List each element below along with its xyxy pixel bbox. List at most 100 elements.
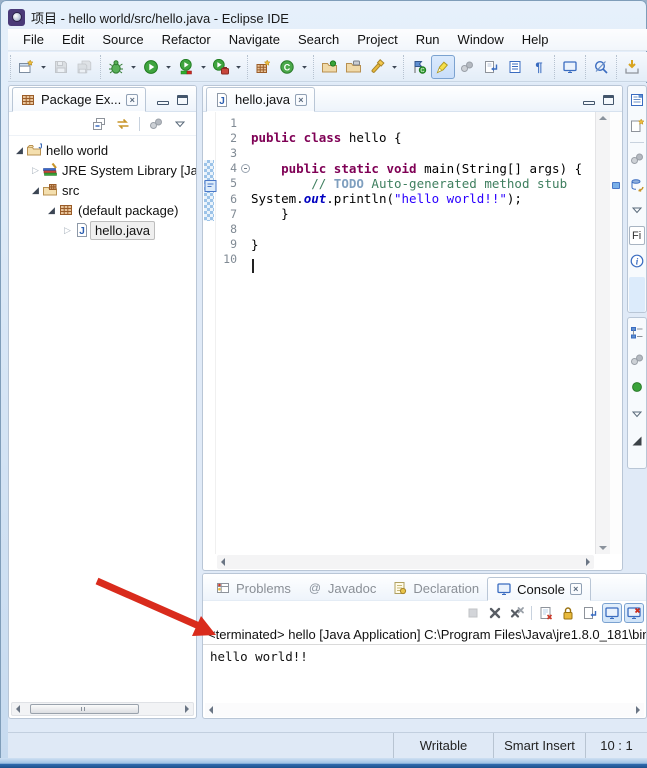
run-button[interactable]: [139, 55, 163, 79]
search-button-dropdown[interactable]: [389, 55, 400, 79]
outline-icon[interactable]: [628, 323, 646, 343]
line-number[interactable]: 5: [216, 176, 240, 190]
menu-window[interactable]: Window: [449, 30, 513, 49]
tree-item-jre-system-library-ja[interactable]: ▷ JRE System Library [Ja: [9, 160, 196, 180]
tab-hello-java[interactable]: J hello.java ×: [206, 87, 315, 112]
info-icon[interactable]: i: [628, 252, 646, 270]
maximize-button[interactable]: [603, 95, 614, 105]
line-number[interactable]: 4: [216, 161, 240, 175]
next-annotation-button[interactable]: [455, 55, 479, 79]
link-with-editor-button[interactable]: [113, 114, 133, 134]
new-task-button[interactable]: [628, 116, 646, 134]
scroll-thumb[interactable]: [30, 704, 139, 714]
close-icon[interactable]: ×: [569, 583, 582, 595]
code-line-3[interactable]: 3: [216, 145, 595, 160]
annotation-gutter[interactable]: [203, 112, 217, 554]
line-number[interactable]: 8: [216, 222, 240, 236]
mark-occurrences-button[interactable]: [431, 54, 455, 79]
scroll-lock-button[interactable]: [558, 603, 578, 623]
tree-item-src[interactable]: ◢ src: [9, 180, 196, 200]
new-java-class-button[interactable]: C: [275, 55, 299, 79]
tab-javadoc[interactable]: @ Javadoc: [299, 576, 384, 600]
expanded-arrow-icon[interactable]: ◢: [45, 205, 58, 216]
code-line-7[interactable]: 7 }: [216, 206, 595, 221]
overview-task-marker[interactable]: [612, 182, 620, 189]
task-list-icon[interactable]: [628, 91, 646, 109]
code-line-9[interactable]: 9}: [216, 237, 595, 252]
tree-item--default-package-[interactable]: ◢ (default package): [9, 200, 196, 220]
collapse-all-button[interactable]: [89, 114, 109, 134]
coverage-button[interactable]: [174, 55, 198, 79]
last-edit-location-button[interactable]: C: [407, 55, 431, 79]
editor-hscrollbar[interactable]: [217, 555, 594, 569]
expanded-arrow-icon[interactable]: ◢: [13, 145, 26, 156]
view-menu-button[interactable]: [628, 350, 646, 370]
show-outline-button[interactable]: [503, 55, 527, 79]
new-wizard-button-dropdown[interactable]: [38, 55, 49, 79]
menu-edit[interactable]: Edit: [53, 30, 93, 49]
clear-console-button[interactable]: [536, 603, 556, 623]
menu-project[interactable]: Project: [348, 30, 406, 49]
display-selected-console-button[interactable]: [624, 603, 644, 623]
tree-item-hello-world[interactable]: ◢Jhello world: [9, 140, 196, 160]
code-text[interactable]: public class hello {: [251, 130, 595, 145]
scroll-up-icon[interactable]: [599, 116, 607, 120]
view-menu-dropdown[interactable]: [170, 114, 190, 134]
console-hscrollbar[interactable]: [205, 703, 644, 717]
open-console-button[interactable]: [558, 55, 582, 79]
code-line-6[interactable]: 6 System.out.println("hello world!!");: [216, 191, 595, 206]
word-wrap-button[interactable]: [580, 603, 600, 623]
line-number[interactable]: 1: [216, 116, 240, 130]
new-java-class-button-dropdown[interactable]: [299, 55, 310, 79]
scroll-left-icon[interactable]: [221, 558, 225, 566]
scroll-right-icon[interactable]: [185, 705, 189, 713]
overview-ruler[interactable]: [610, 112, 622, 554]
debug-button-dropdown[interactable]: [128, 55, 139, 79]
view-menu-button[interactable]: [628, 150, 646, 168]
code-text[interactable]: public static void main(String[] args) {: [251, 161, 595, 176]
search-button[interactable]: [365, 55, 389, 79]
maximize-button[interactable]: [177, 95, 188, 105]
package-explorer-hscrollbar[interactable]: [11, 702, 194, 716]
show-whitespace-button[interactable]: ¶: [527, 55, 551, 79]
code-text[interactable]: }: [251, 237, 595, 252]
new-java-project-button[interactable]: [251, 55, 275, 79]
view-menu-button[interactable]: [146, 114, 166, 134]
code-line-1[interactable]: 1: [216, 115, 595, 130]
toggle-magnifier-button[interactable]: [589, 55, 613, 79]
line-number[interactable]: 6: [216, 192, 240, 206]
debug-button[interactable]: [104, 55, 128, 79]
collapsed-arrow-icon[interactable]: ▷: [61, 225, 74, 236]
line-number[interactable]: 7: [216, 207, 240, 221]
status-dot-icon[interactable]: [628, 377, 646, 397]
minimize-button[interactable]: [583, 101, 595, 105]
code-line-5[interactable]: 5 // TODO Auto-generated method stub: [216, 176, 595, 191]
tab-console[interactable]: Console ×: [487, 577, 591, 601]
goto-last-edit-button[interactable]: [479, 55, 503, 79]
run-button-dropdown[interactable]: [163, 55, 174, 79]
console-output[interactable]: hello world!!: [203, 645, 646, 664]
collapsed-arrow-icon[interactable]: ▷: [29, 165, 42, 176]
expanded-arrow-icon[interactable]: ◢: [29, 185, 42, 196]
line-number[interactable]: 3: [216, 146, 240, 160]
line-number[interactable]: 2: [216, 131, 240, 145]
code-line-8[interactable]: 8: [216, 221, 595, 236]
line-number[interactable]: 10: [216, 252, 240, 266]
code-editor[interactable]: 1 2 public class hello { 3 4 public static v…: [216, 112, 595, 554]
open-type-button[interactable]: [317, 55, 341, 79]
tab-problems[interactable]: Problems: [207, 576, 299, 600]
synchronize-button[interactable]: [628, 175, 646, 193]
code-text[interactable]: }: [251, 206, 595, 221]
open-resource-button[interactable]: [341, 55, 365, 79]
close-icon[interactable]: ×: [126, 93, 139, 106]
close-icon[interactable]: ×: [294, 93, 307, 106]
scroll-down-icon[interactable]: [599, 546, 607, 550]
coverage-button-dropdown[interactable]: [198, 55, 209, 79]
remove-launch-button[interactable]: [485, 603, 505, 623]
fold-marker-icon[interactable]: [240, 163, 251, 173]
editor-vscrollbar[interactable]: [595, 112, 610, 554]
tab-declaration[interactable]: Declaration: [384, 576, 487, 600]
scroll-right-icon[interactable]: [636, 706, 640, 714]
task-marker-icon[interactable]: [203, 178, 217, 192]
code-text[interactable]: System.out.println("hello world!!");: [251, 191, 595, 206]
